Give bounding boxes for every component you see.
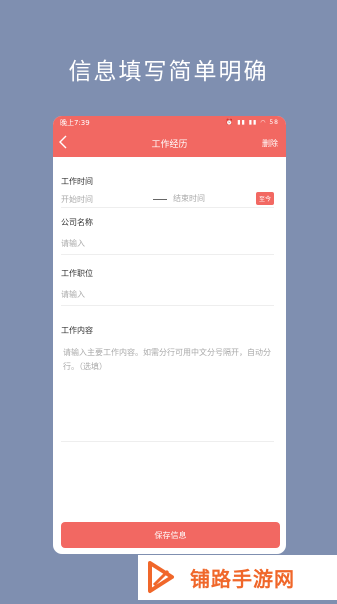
promo-headline: 信息填写简单明确 — [68, 59, 269, 85]
position-input[interactable]: 请输入 — [61, 289, 274, 300]
status-icons: ⏰ ▮▮ ▮▮ ◠ 58 — [225, 119, 279, 126]
start-time-input[interactable]: 开始时间 — [61, 194, 93, 205]
divider — [61, 207, 274, 208]
divider — [61, 305, 274, 306]
company-input[interactable]: 请输入 — [61, 238, 274, 249]
nav-bar: 工作经历 删除 — [53, 129, 286, 157]
watermark-logo-icon — [138, 555, 184, 600]
present-button[interactable]: 至今 — [255, 192, 274, 205]
delete-button[interactable]: 删除 — [262, 138, 278, 149]
page-title: 工作经历 — [151, 139, 188, 150]
content-textarea[interactable]: 请输入主要工作内容。如需分行可用中文分号隔开，自动分行。（选填） — [61, 346, 274, 374]
position-label: 工作职位 — [61, 269, 93, 278]
end-time-input[interactable]: 结束时间 — [173, 193, 205, 204]
chevron-left-icon[interactable] — [59, 135, 67, 152]
work-time-label: 工作时间 — [61, 177, 93, 186]
content-label: 工作内容 — [61, 326, 93, 335]
watermark-text: 铺路手游网 — [190, 567, 295, 591]
status-time: 晚上7:39 — [60, 118, 90, 127]
divider — [61, 441, 274, 442]
save-button[interactable]: 保存信息 — [61, 522, 280, 548]
time-separator — [153, 199, 167, 200]
watermark-banner: 铺路手游网 — [138, 555, 337, 600]
work-time-field: 工作时间 开始时间 结束时间 至今 — [61, 176, 274, 208]
content-field: 工作内容 请输入主要工作内容。如需分行可用中文分号隔开，自动分行。（选填） — [61, 325, 274, 442]
status-bar: 晚上7:39 ⏰ ▮▮ ▮▮ ◠ 58 — [53, 116, 286, 129]
divider — [61, 254, 274, 255]
phone-screen: 晚上7:39 ⏰ ▮▮ ▮▮ ◠ 58 工作经历 删除 工作时间 开始时间 结束… — [53, 116, 286, 554]
company-label: 公司名称 — [61, 218, 93, 227]
company-field: 公司名称 请输入 — [61, 217, 274, 255]
position-field: 工作职位 请输入 — [61, 268, 274, 306]
